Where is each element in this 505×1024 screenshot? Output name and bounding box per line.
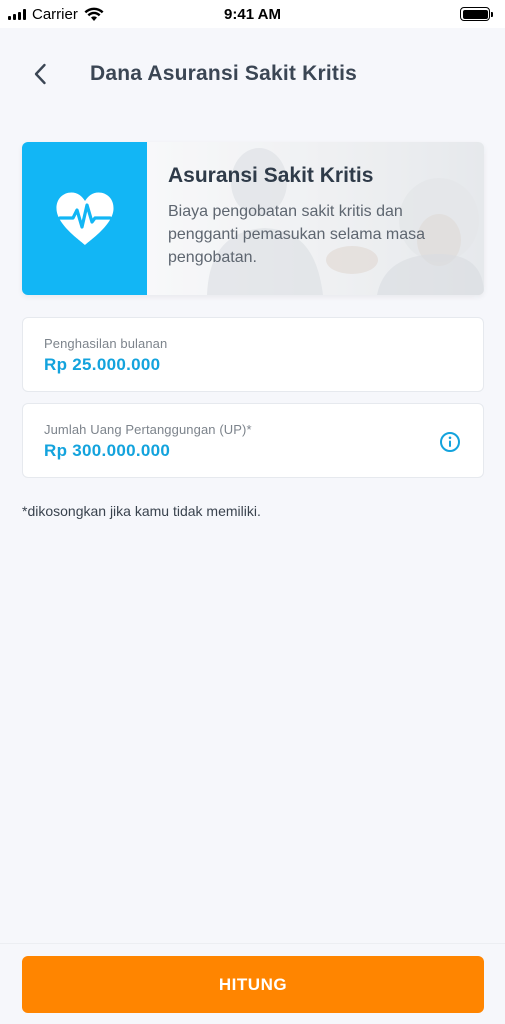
heart-pulse-icon (55, 192, 114, 245)
footnote: *dikosongkan jika kamu tidak memiliki. (22, 503, 261, 519)
chevron-left-icon (34, 63, 46, 85)
monthly-income-label: Penghasilan bulanan (44, 336, 168, 351)
signal-icon (8, 8, 26, 20)
carrier-label: Carrier (32, 5, 78, 23)
page-title: Dana Asuransi Sakit Kritis (90, 62, 358, 85)
wifi-icon (84, 7, 104, 21)
battery-icon (460, 7, 493, 21)
sum-insured-field[interactable]: Jumlah Uang Pertanggungan (UP)* Rp 300.0… (22, 403, 484, 478)
banner-icon-box (22, 142, 147, 295)
monthly-income-field[interactable]: Penghasilan bulanan Rp 25.000.000 (22, 317, 484, 392)
insurance-banner: Asuransi Sakit Kritis Biaya pengobatan s… (22, 142, 484, 295)
banner-title: Asuransi Sakit Kritis (168, 164, 374, 187)
sum-insured-label: Jumlah Uang Pertanggungan (UP)* (44, 422, 252, 437)
sum-insured-value[interactable]: Rp 300.000.000 (44, 441, 170, 461)
back-button[interactable] (24, 58, 56, 90)
status-bar: Carrier 9:41 AM (0, 0, 505, 28)
monthly-income-value[interactable]: Rp 25.000.000 (44, 355, 160, 375)
banner-description: Biaya pengobatan sakit kritis dan pengga… (168, 203, 426, 266)
info-button[interactable] (439, 431, 461, 453)
screen: Carrier 9:41 AM Dana Asuransi Sakit Krit… (0, 0, 505, 1024)
calculate-button[interactable]: HITUNG (22, 956, 484, 1013)
info-icon (440, 432, 460, 452)
header: Dana Asuransi Sakit Kritis (0, 28, 505, 120)
banner-text: Asuransi Sakit Kritis Biaya pengobatan s… (168, 164, 468, 269)
status-left: Carrier (8, 6, 104, 23)
